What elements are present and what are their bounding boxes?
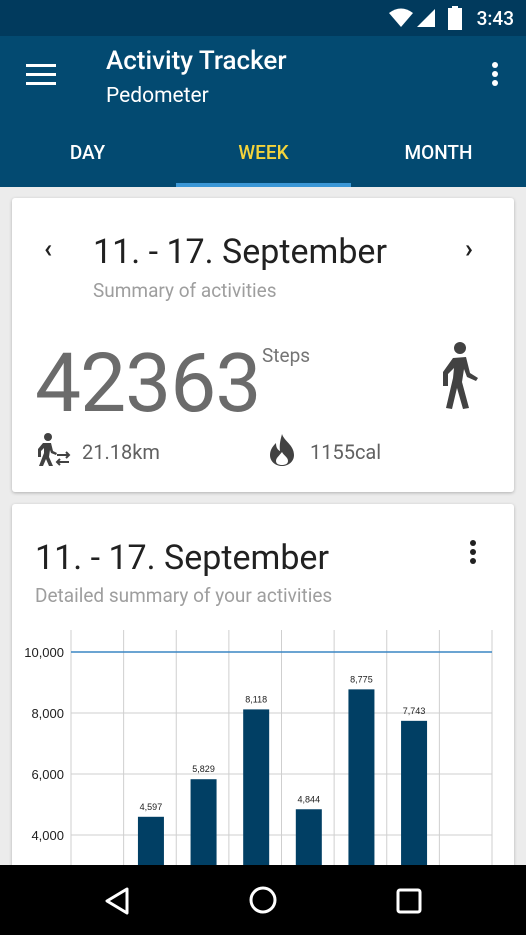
detail-more-vert-icon[interactable] [470,540,478,567]
y-tick-label: 6,000 [31,767,64,782]
y-tick-label: 10,000 [24,645,64,660]
summary-card: ‹ 11. - 17. September › Summary of activ… [12,198,514,492]
app-subtitle: Pedometer [106,84,209,108]
detail-card: 11. - 17. September Detailed summary of … [12,504,514,924]
steps-count: 42363 [35,336,261,432]
recents-square-icon[interactable] [396,888,422,914]
bar-value-label: 8,118 [245,694,267,704]
summary-date-range: 11. - 17. September [93,232,387,272]
tab-day[interactable]: DAY [0,118,175,187]
clock: 3:43 [476,7,514,30]
detail-date-range: 11. - 17. September [35,538,329,578]
tab-month[interactable]: MONTH [351,118,526,187]
y-tick-label: 8,000 [31,706,64,721]
distance-walk-icon [38,433,71,466]
battery-icon [448,6,462,30]
home-circle-icon[interactable] [248,885,278,915]
steps-label: Steps [262,344,311,367]
system-nav-bar [0,865,526,935]
cell-signal-icon [417,9,435,27]
distance-value: 21.18km [82,440,160,464]
calories-value: 1155cal [310,440,382,464]
status-bar: 3:43 [0,0,526,36]
bar-value-label: 4,597 [140,802,163,812]
chevron-left-icon[interactable]: ‹ [44,234,52,264]
flame-icon [270,434,294,466]
bar-value-label: 4,844 [298,794,321,804]
walking-person-icon [443,342,478,409]
app-title: Activity Tracker [106,46,287,76]
tab-week[interactable]: WEEK [176,118,351,187]
bar-value-label: 7,743 [403,706,426,716]
wifi-icon [389,8,413,27]
app-toolbar: Activity Tracker Pedometer [0,36,526,118]
detail-subtitle: Detailed summary of your activities [35,584,333,607]
summary-subtitle: Summary of activities [93,279,277,302]
y-tick-label: 4,000 [31,828,64,843]
chevron-right-icon[interactable]: › [465,234,473,264]
back-triangle-icon[interactable] [104,887,130,915]
tab-bar: DAY WEEK MONTH [0,118,526,187]
more-vert-icon[interactable] [492,62,500,89]
hamburger-menu-icon[interactable] [26,64,56,88]
bar-value-label: 8,775 [350,674,373,684]
bar-value-label: 5,829 [192,764,215,774]
